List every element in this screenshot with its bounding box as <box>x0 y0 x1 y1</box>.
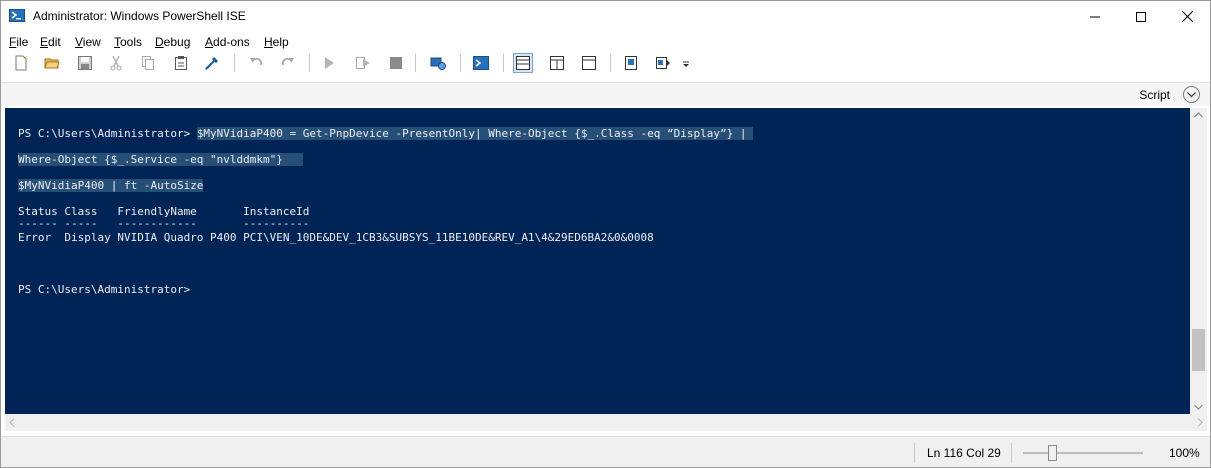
clear-console-button[interactable] <box>202 53 222 73</box>
console-prompt: PS C:\Users\Administrator> <box>18 283 191 296</box>
expand-script-pane-button[interactable] <box>1183 86 1200 103</box>
menu-view[interactable]: View <box>75 35 101 49</box>
menu-edit[interactable]: Edit <box>40 35 61 49</box>
menu-bar: File Edit View Tools Debug Add-ons Help <box>1 32 1210 52</box>
menu-debug[interactable]: Debug <box>155 35 190 49</box>
show-command-addon-icon <box>656 57 670 69</box>
run-selection-icon <box>356 57 370 69</box>
toolbar-overflow-button[interactable] <box>679 53 693 73</box>
cut-icon <box>110 55 122 71</box>
show-script-top-icon <box>516 56 530 70</box>
show-script-maximized-icon <box>582 56 596 70</box>
run-icon <box>325 57 334 69</box>
remote-powershell-icon <box>430 57 446 70</box>
title-bar: Administrator: Windows PowerShell ISE <box>1 1 1210 32</box>
stop-icon <box>390 57 402 69</box>
powershell-ise-window: Administrator: Windows PowerShell ISE Fi… <box>0 0 1211 468</box>
show-script-right-icon <box>550 56 564 70</box>
close-icon <box>1181 11 1193 22</box>
console-line: $MyNVidiaP400 | ft -AutoSize <box>18 179 204 193</box>
paste-button[interactable] <box>171 53 191 73</box>
menu-help[interactable]: Help <box>264 35 289 49</box>
maximize-icon <box>1136 11 1146 22</box>
horizontal-scrollbar[interactable] <box>5 414 1207 431</box>
show-command-window-button[interactable] <box>621 53 641 73</box>
console-line: Where-Object {$_.Service -eq "nvlddmkm"} <box>18 153 303 167</box>
copy-icon <box>142 56 154 70</box>
powershell-clear-icon <box>205 57 218 70</box>
new-file-icon <box>15 55 28 71</box>
toolbar-separator <box>610 54 611 72</box>
paste-icon <box>175 56 187 70</box>
console-pane[interactable]: PS C:\Users\Administrator> $MyNVidiaP400… <box>5 108 1190 414</box>
open-folder-icon <box>44 58 60 69</box>
selected-text: Where-Object {$_.Service -eq "nvlddmkm"} <box>18 153 303 166</box>
script-pane-label[interactable]: Script <box>1139 88 1170 102</box>
zoom-level: 100% <box>1169 446 1200 460</box>
selected-text: $MyNVidiaP400 = Get-PnpDevice -PresentOn… <box>196 127 754 140</box>
show-command-addon-button[interactable] <box>653 53 673 73</box>
powershell-ise-icon <box>9 8 25 24</box>
run-selection-button[interactable] <box>353 53 373 73</box>
selected-text: $MyNVidiaP400 | ft -AutoSize <box>18 179 204 192</box>
console-line: PS C:\Users\Administrator> $MyNVidiaP400… <box>18 127 754 140</box>
cut-button[interactable] <box>106 53 126 73</box>
start-powershell-button[interactable] <box>471 53 491 73</box>
launch-powershell-icon <box>473 56 489 70</box>
save-icon <box>78 56 92 70</box>
open-button[interactable] <box>42 53 62 73</box>
maximize-button[interactable] <box>1118 1 1164 32</box>
script-pane-header: Script <box>1 82 1210 106</box>
chevron-down-icon <box>1187 91 1196 97</box>
table-header-underline: ------ ----- ------------ ---------- <box>18 217 310 230</box>
new-file-button[interactable] <box>11 53 31 73</box>
toolbar <box>1 51 1210 77</box>
undo-icon <box>250 58 262 66</box>
toolbar-separator <box>415 54 416 72</box>
run-script-button[interactable] <box>319 53 339 73</box>
show-script-pane-right-button[interactable] <box>547 53 567 73</box>
save-button[interactable] <box>75 53 95 73</box>
menu-addons[interactable]: Add-ons <box>205 35 250 49</box>
show-command-window-icon <box>625 56 637 70</box>
show-script-pane-maximized-button[interactable] <box>579 53 599 73</box>
scroll-left-icon[interactable] <box>9 418 15 427</box>
zoom-slider-track[interactable] <box>1023 452 1143 454</box>
toolbar-overflow-icon <box>683 61 689 67</box>
vertical-scroll-thumb[interactable] <box>1192 329 1205 371</box>
status-separator <box>1011 443 1012 463</box>
copy-button[interactable] <box>138 53 158 73</box>
toolbar-separator <box>503 54 504 72</box>
show-script-pane-top-button[interactable] <box>513 53 533 73</box>
scroll-up-icon[interactable] <box>1194 112 1203 118</box>
cursor-position: Ln 116 Col 29 <box>927 446 1001 460</box>
scroll-down-icon[interactable] <box>1194 404 1203 410</box>
table-row: Error Display NVIDIA Quadro P400 PCI\VEN… <box>18 231 654 244</box>
vertical-scrollbar[interactable] <box>1190 108 1207 414</box>
window-title: Administrator: Windows PowerShell ISE <box>33 9 246 23</box>
redo-icon <box>282 58 294 66</box>
status-bar: Ln 116 Col 29 100% <box>1 436 1210 467</box>
stop-button[interactable] <box>386 53 406 73</box>
menu-tools[interactable]: Tools <box>114 35 142 49</box>
scroll-right-icon[interactable] <box>1197 418 1203 427</box>
redo-button[interactable] <box>278 53 298 73</box>
new-remote-powershell-tab-button[interactable] <box>428 53 448 73</box>
minimize-button[interactable] <box>1072 1 1118 32</box>
undo-button[interactable] <box>246 53 266 73</box>
toolbar-separator <box>234 54 235 72</box>
status-separator <box>914 443 915 463</box>
toolbar-separator <box>309 54 310 72</box>
zoom-slider-thumb[interactable] <box>1048 445 1057 461</box>
toolbar-separator <box>460 54 461 72</box>
close-button[interactable] <box>1164 1 1210 32</box>
minimize-icon <box>1090 16 1100 17</box>
menu-file[interactable]: File <box>9 35 28 49</box>
